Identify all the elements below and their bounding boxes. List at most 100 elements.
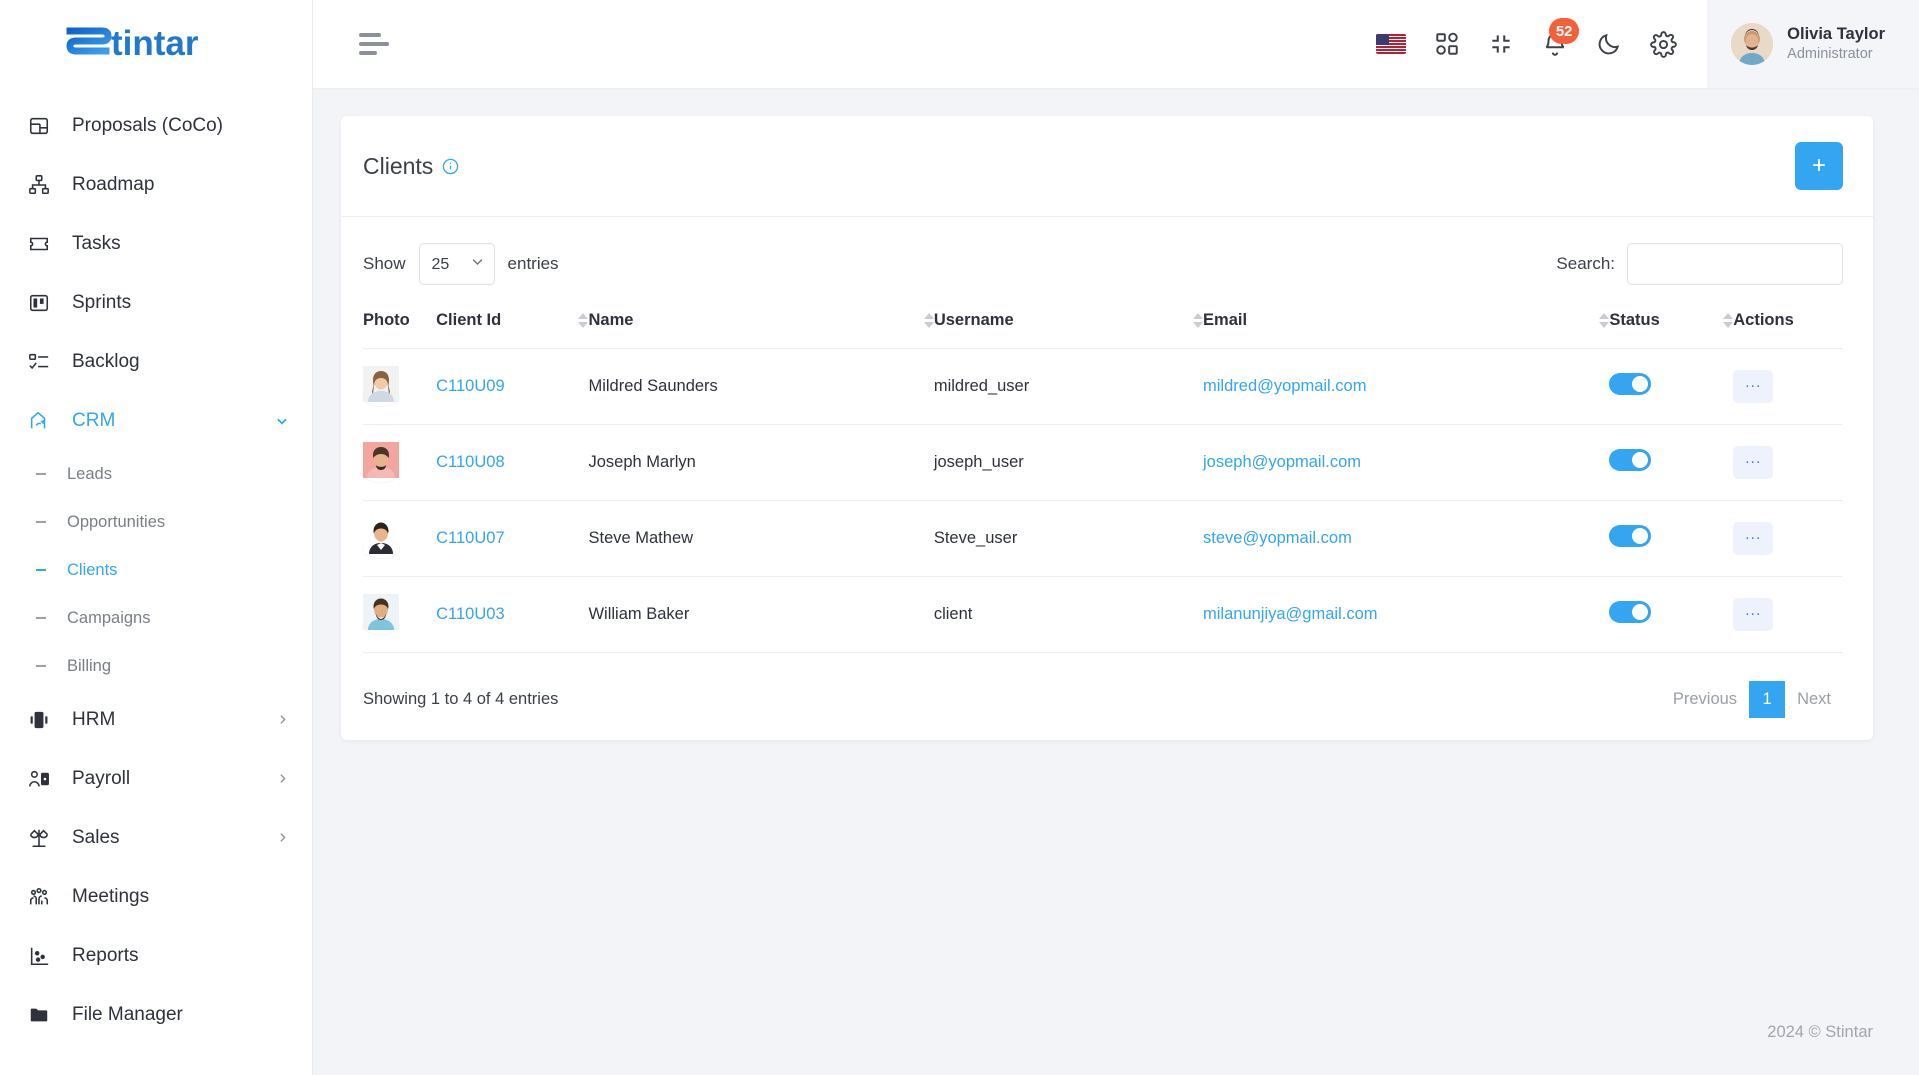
app-root: tintar Proposals (CoCo) Roadmap Tasks Sp…	[0, 0, 1919, 1075]
sidebar-nav: Proposals (CoCo) Roadmap Tasks Sprints B…	[0, 88, 312, 1075]
cell-client-id: C110U07	[436, 500, 589, 577]
sidebar-item-roadmap[interactable]: Roadmap	[0, 155, 312, 214]
pagination-previous[interactable]: Previous	[1660, 681, 1750, 718]
row-actions-button[interactable]: ...	[1733, 522, 1774, 555]
column-label: Actions	[1733, 311, 1794, 329]
footer: 2024 © Stintar	[313, 989, 1919, 1075]
column-header-username[interactable]: Username	[934, 311, 1204, 349]
sidebar-item-label: Backlog	[72, 350, 140, 372]
cell-username: Steve_user	[933, 500, 1204, 577]
sidebar-item-label: Proposals (CoCo)	[72, 114, 223, 136]
email-link[interactable]: steve@yopmail.com	[1203, 529, 1352, 547]
cell-email: steve@yopmail.com	[1203, 500, 1610, 577]
table-row: C110U07 Steve Mathew Steve_user steve@yo…	[363, 500, 1843, 577]
status-toggle[interactable]	[1609, 449, 1652, 471]
client-id-link[interactable]: C110U09	[436, 377, 505, 395]
status-toggle[interactable]	[1609, 601, 1652, 623]
chevron-down-icon	[274, 413, 290, 429]
cell-client-id: C110U09	[436, 348, 589, 425]
sprints-icon	[26, 290, 52, 316]
column-header-email[interactable]: Email	[1203, 311, 1610, 349]
cell-username: client	[933, 576, 1204, 653]
fullscreen-button[interactable]	[1488, 31, 1514, 57]
sidebar-subitem-label: Campaigns	[67, 608, 151, 627]
show-entries-control: Show 10 25 50 100	[363, 243, 559, 285]
client-id-link[interactable]: C110U08	[436, 453, 505, 471]
sidebar-item-billing[interactable]: Billing	[0, 642, 312, 690]
sidebar-item-label: CRM	[72, 409, 116, 431]
sidebar-item-opportunities[interactable]: Opportunities	[0, 498, 312, 546]
sort-icon[interactable]	[1705, 313, 1734, 328]
avatar	[1731, 23, 1774, 65]
sidebar-item-campaigns[interactable]: Campaigns	[0, 594, 312, 642]
sidebar-item-proposals[interactable]: Proposals (CoCo)	[0, 96, 312, 155]
row-actions-button[interactable]: ...	[1733, 370, 1774, 403]
hrm-icon	[26, 707, 52, 733]
column-label: Email	[1203, 311, 1248, 329]
sidebar-item-sprints[interactable]: Sprints	[0, 273, 312, 332]
sidebar-item-file-manager[interactable]: File Manager	[0, 985, 312, 1044]
avatar-image	[363, 366, 399, 402]
settings-button[interactable]	[1650, 30, 1677, 58]
status-toggle[interactable]	[1609, 525, 1652, 547]
stintar-logo-icon: tintar	[66, 24, 199, 63]
notifications-button[interactable]: 52	[1542, 18, 1580, 57]
sidebar-subitem-label: Opportunities	[67, 512, 166, 531]
sidebar-item-meetings[interactable]: Meetings	[0, 867, 312, 926]
user-profile-menu[interactable]: Olivia Taylor Administrator	[1707, 0, 1919, 88]
copyright-text: 2024 © Stintar	[1767, 1022, 1873, 1041]
chevron-right-icon	[274, 771, 290, 787]
sidebar-item-label: Roadmap	[72, 173, 155, 195]
search-label: Search:	[1556, 254, 1615, 273]
language-selector[interactable]	[1376, 34, 1407, 54]
profile-role: Administrator	[1787, 46, 1873, 63]
apps-button[interactable]	[1434, 31, 1460, 57]
page-title-wrap: Clients	[363, 153, 459, 180]
sidebar-subitem-label: Leads	[67, 464, 112, 483]
roadmap-icon	[26, 172, 52, 198]
sort-icon[interactable]	[906, 313, 934, 328]
sidebar-item-backlog[interactable]: Backlog	[0, 332, 312, 391]
menu-toggle-button[interactable]	[359, 33, 393, 55]
dark-mode-toggle[interactable]	[1596, 31, 1622, 57]
sort-icon[interactable]	[1175, 313, 1204, 328]
card-body: Show 10 25 50 100	[341, 217, 1873, 740]
email-link[interactable]: joseph@yopmail.com	[1203, 453, 1361, 471]
column-header-status[interactable]: Status	[1609, 311, 1734, 349]
sidebar-item-sales[interactable]: Sales	[0, 808, 312, 867]
email-link[interactable]: mildred@yopmail.com	[1203, 377, 1366, 395]
sort-icon[interactable]	[560, 313, 589, 328]
sidebar-item-leads[interactable]: Leads	[0, 450, 312, 498]
sidebar-item-reports[interactable]: Reports	[0, 926, 312, 985]
dash-marker	[36, 521, 46, 523]
row-actions-button[interactable]: ...	[1733, 446, 1774, 479]
pagination-page-1[interactable]: 1	[1749, 681, 1786, 718]
info-circle-icon[interactable]	[442, 158, 459, 175]
cell-status	[1609, 576, 1734, 653]
pagination-next[interactable]: Next	[1785, 681, 1843, 718]
pagination: Previous 1 Next	[1660, 681, 1843, 718]
sidebar-item-clients[interactable]: Clients	[0, 546, 312, 594]
sidebar-item-crm[interactable]: CRM	[0, 391, 312, 450]
column-header-actions: Actions	[1733, 311, 1843, 349]
avatar-image	[1731, 23, 1774, 65]
row-actions-button[interactable]: ...	[1733, 598, 1774, 631]
search-input[interactable]	[1627, 243, 1843, 285]
column-header-client-id[interactable]: Client Id	[436, 311, 589, 349]
entries-label: entries	[507, 254, 559, 273]
sidebar-item-tasks[interactable]: Tasks	[0, 214, 312, 273]
client-id-link[interactable]: C110U07	[436, 529, 505, 547]
column-header-name[interactable]: Name	[588, 311, 934, 349]
sort-icon[interactable]	[1581, 313, 1610, 328]
brand-logo[interactable]: tintar	[0, 0, 312, 88]
sidebar-item-hrm[interactable]: HRM	[0, 690, 312, 749]
sidebar-item-label: Tasks	[72, 232, 121, 254]
page-size-select[interactable]: 10 25 50 100	[418, 243, 495, 285]
status-toggle[interactable]	[1609, 373, 1652, 395]
proposals-icon	[26, 113, 52, 139]
profile-name: Olivia Taylor	[1787, 24, 1885, 43]
sidebar-item-payroll[interactable]: Payroll	[0, 749, 312, 808]
email-link[interactable]: milanunjiya@gmail.com	[1203, 605, 1377, 623]
add-client-button[interactable]: +	[1795, 142, 1843, 190]
client-id-link[interactable]: C110U03	[436, 605, 505, 623]
